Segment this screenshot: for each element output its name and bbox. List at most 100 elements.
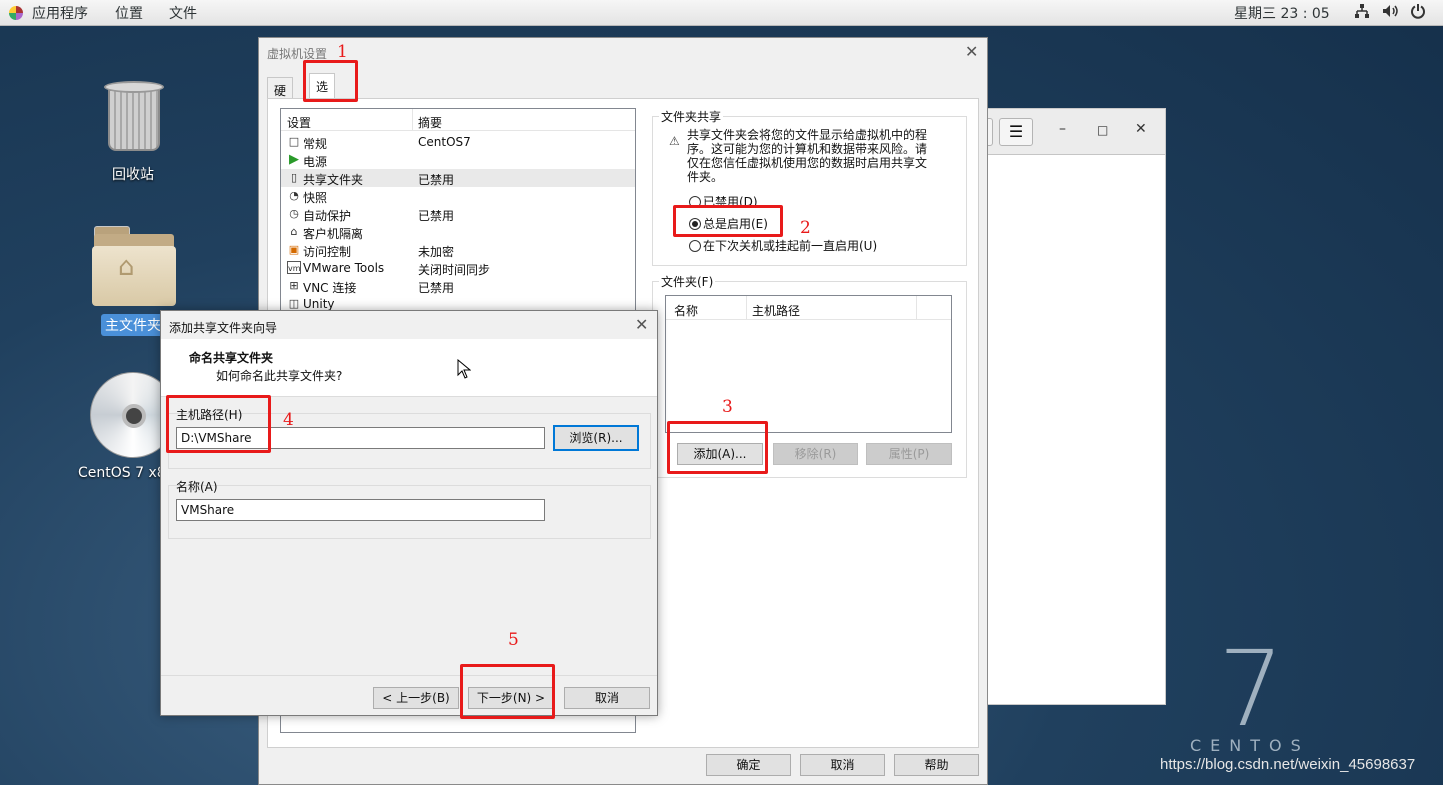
wizard-header: 命名共享文件夹 如何命名此共享文件夹? xyxy=(161,339,657,397)
list-item-snapshots[interactable]: ◔ 快照 xyxy=(281,187,635,205)
properties-button[interactable]: 属性(P) xyxy=(866,443,952,465)
name-label: 名称(A) xyxy=(176,480,218,494)
list-header: 设置 摘要 xyxy=(281,109,635,131)
row-name: Unity xyxy=(303,297,335,311)
row-name: VMware Tools xyxy=(303,261,385,275)
list-item-vmware-tools[interactable]: vm VMware Tools 关闭时间同步 xyxy=(281,259,635,277)
list-item-shared-folders[interactable]: ▯ 共享文件夹 已禁用 xyxy=(281,169,635,187)
annotation-number-5: 5 xyxy=(508,630,519,650)
folders-list[interactable]: 名称 主机路径 xyxy=(665,295,952,433)
shared-folder-icon: ▯ xyxy=(290,171,298,184)
network-icon[interactable] xyxy=(1354,3,1370,23)
row-value: 未加密 xyxy=(418,245,455,259)
remove-button[interactable]: 移除(R) xyxy=(773,443,858,465)
places-menu[interactable]: 位置 xyxy=(115,3,143,23)
maximize-icon[interactable]: □ xyxy=(1097,123,1108,137)
row-value: 关闭时间同步 xyxy=(418,263,491,277)
disc-label[interactable]: CentOS 7 x8 xyxy=(78,465,166,481)
cancel-button[interactable]: 取消 xyxy=(800,754,885,776)
list-item-vnc[interactable]: ⊞ VNC 连接 已禁用 xyxy=(281,277,635,295)
group-title: 文件夹(F) xyxy=(659,273,716,290)
home-folder-icon[interactable]: ⌂ xyxy=(92,226,176,306)
house-icon: ⌂ xyxy=(118,252,135,282)
back-button[interactable]: < 上一步(B) xyxy=(373,687,459,709)
annotation-number-1: 1 xyxy=(337,42,348,62)
list-item-access-control[interactable]: ▣ 访问控制 未加密 xyxy=(281,241,635,259)
background-window[interactable]: ☰ – □ ✕ xyxy=(979,108,1166,705)
close-icon[interactable]: ✕ xyxy=(965,42,978,61)
group-title: 文件夹共享 xyxy=(659,108,724,125)
row-name: 客户机隔离 xyxy=(303,227,364,241)
list-item-autoprotect[interactable]: ◷ 自动保护 已禁用 xyxy=(281,205,635,223)
annotation-number-4: 4 xyxy=(283,410,294,430)
list-item-general[interactable]: □ 常规 CentOS7 xyxy=(281,133,635,151)
files-menu[interactable]: 文件 xyxy=(169,3,197,23)
annotation-box-2 xyxy=(673,205,783,237)
list-item-power[interactable]: ▶ 电源 xyxy=(281,151,635,169)
column-header-name[interactable]: 名称 xyxy=(674,302,698,319)
column-header-host-path[interactable]: 主机路径 xyxy=(752,302,800,319)
column-header-setting[interactable]: 设置 xyxy=(287,114,311,131)
row-name: 自动保护 xyxy=(303,209,352,223)
close-icon[interactable]: ✕ xyxy=(635,315,648,334)
cancel-button[interactable]: 取消 xyxy=(564,687,650,709)
activities-icon[interactable] xyxy=(9,6,23,20)
centos-wordmark: CENTOS xyxy=(1190,736,1310,755)
wizard-title: 添加共享文件夹向导 xyxy=(169,321,278,335)
folders-list-header: 名称 主机路径 xyxy=(666,296,951,320)
add-shared-folder-wizard: 添加共享文件夹向导 ✕ 命名共享文件夹 如何命名此共享文件夹? 主机路径(H) … xyxy=(160,310,658,716)
help-button[interactable]: 帮助 xyxy=(894,754,979,776)
browse-button[interactable]: 浏览(R)... xyxy=(553,425,639,451)
vnc-icon: ⊞ xyxy=(289,279,299,292)
source-url: https://blog.csdn.net/weixin_45698637 xyxy=(1160,756,1416,773)
footer-divider xyxy=(161,675,657,676)
ok-button[interactable]: 确定 xyxy=(706,754,791,776)
sharing-warning-text: 共享文件夹会将您的文件显示给虚拟机中的程序。这可能为您的计算机和数据带来风险。请… xyxy=(687,128,928,184)
row-name: 共享文件夹 xyxy=(303,173,364,187)
trash-label[interactable]: 回收站 xyxy=(112,164,154,184)
annotation-box-1 xyxy=(303,60,358,102)
list-item-guest-isolation[interactable]: ⌂ 客户机隔离 xyxy=(281,223,635,241)
annotation-number-3: 3 xyxy=(722,397,733,417)
warning-icon: ⚠ xyxy=(669,134,680,148)
access-control-icon: ▣ xyxy=(288,243,300,256)
name-input[interactable]: VMShare xyxy=(176,499,545,521)
radio-until-poweroff[interactable]: 在下次关机或挂起前一直启用(U) xyxy=(689,237,877,254)
trash-icon[interactable] xyxy=(104,81,164,153)
column-header-summary[interactable]: 摘要 xyxy=(418,114,442,131)
general-icon: □ xyxy=(288,135,300,148)
home-folder-label[interactable]: 主文件夹 xyxy=(101,314,165,336)
power-icon[interactable] xyxy=(1410,3,1426,23)
wizard-heading: 命名共享文件夹 xyxy=(189,351,274,365)
window-header: ☰ – □ ✕ xyxy=(979,109,1165,155)
centos-seven-logo: 7 xyxy=(1218,628,1285,750)
minimize-icon[interactable]: – xyxy=(1059,121,1066,137)
annotation-box-5 xyxy=(460,664,555,719)
annotation-box-4 xyxy=(166,395,271,453)
mouse-pointer-icon xyxy=(457,358,472,382)
annotation-number-2: 2 xyxy=(800,218,811,238)
snapshot-icon: ◔ xyxy=(289,189,299,202)
close-icon[interactable]: ✕ xyxy=(1135,121,1147,137)
clock[interactable]: 星期三 23 : 05 xyxy=(1234,3,1330,23)
row-name: 电源 xyxy=(303,155,328,169)
hamburger-menu-icon[interactable]: ☰ xyxy=(999,118,1033,146)
row-value: 已禁用 xyxy=(418,209,455,223)
row-value: 已禁用 xyxy=(418,173,455,187)
row-name: 访问控制 xyxy=(303,245,352,259)
applications-menu[interactable]: 应用程序 xyxy=(32,3,88,23)
unity-icon: ◫ xyxy=(288,297,300,310)
row-value: CentOS7 xyxy=(418,135,471,149)
radio-label: 在下次关机或挂起前一直启用(U) xyxy=(703,239,878,253)
radio-button[interactable] xyxy=(689,240,701,252)
wizard-subheading: 如何命名此共享文件夹? xyxy=(216,369,343,383)
vmware-tools-icon: vm xyxy=(287,261,301,274)
row-name: 常规 xyxy=(303,137,328,151)
isolation-icon: ⌂ xyxy=(290,225,298,238)
row-name: 快照 xyxy=(303,191,328,205)
tab-hardware[interactable]: 硬件 xyxy=(267,77,294,115)
autoprotect-icon: ◷ xyxy=(289,207,299,220)
top-bar: 应用程序 位置 文件 星期三 23 : 05 xyxy=(0,0,1443,26)
volume-icon[interactable] xyxy=(1382,3,1400,23)
row-name: VNC 连接 xyxy=(303,281,357,295)
